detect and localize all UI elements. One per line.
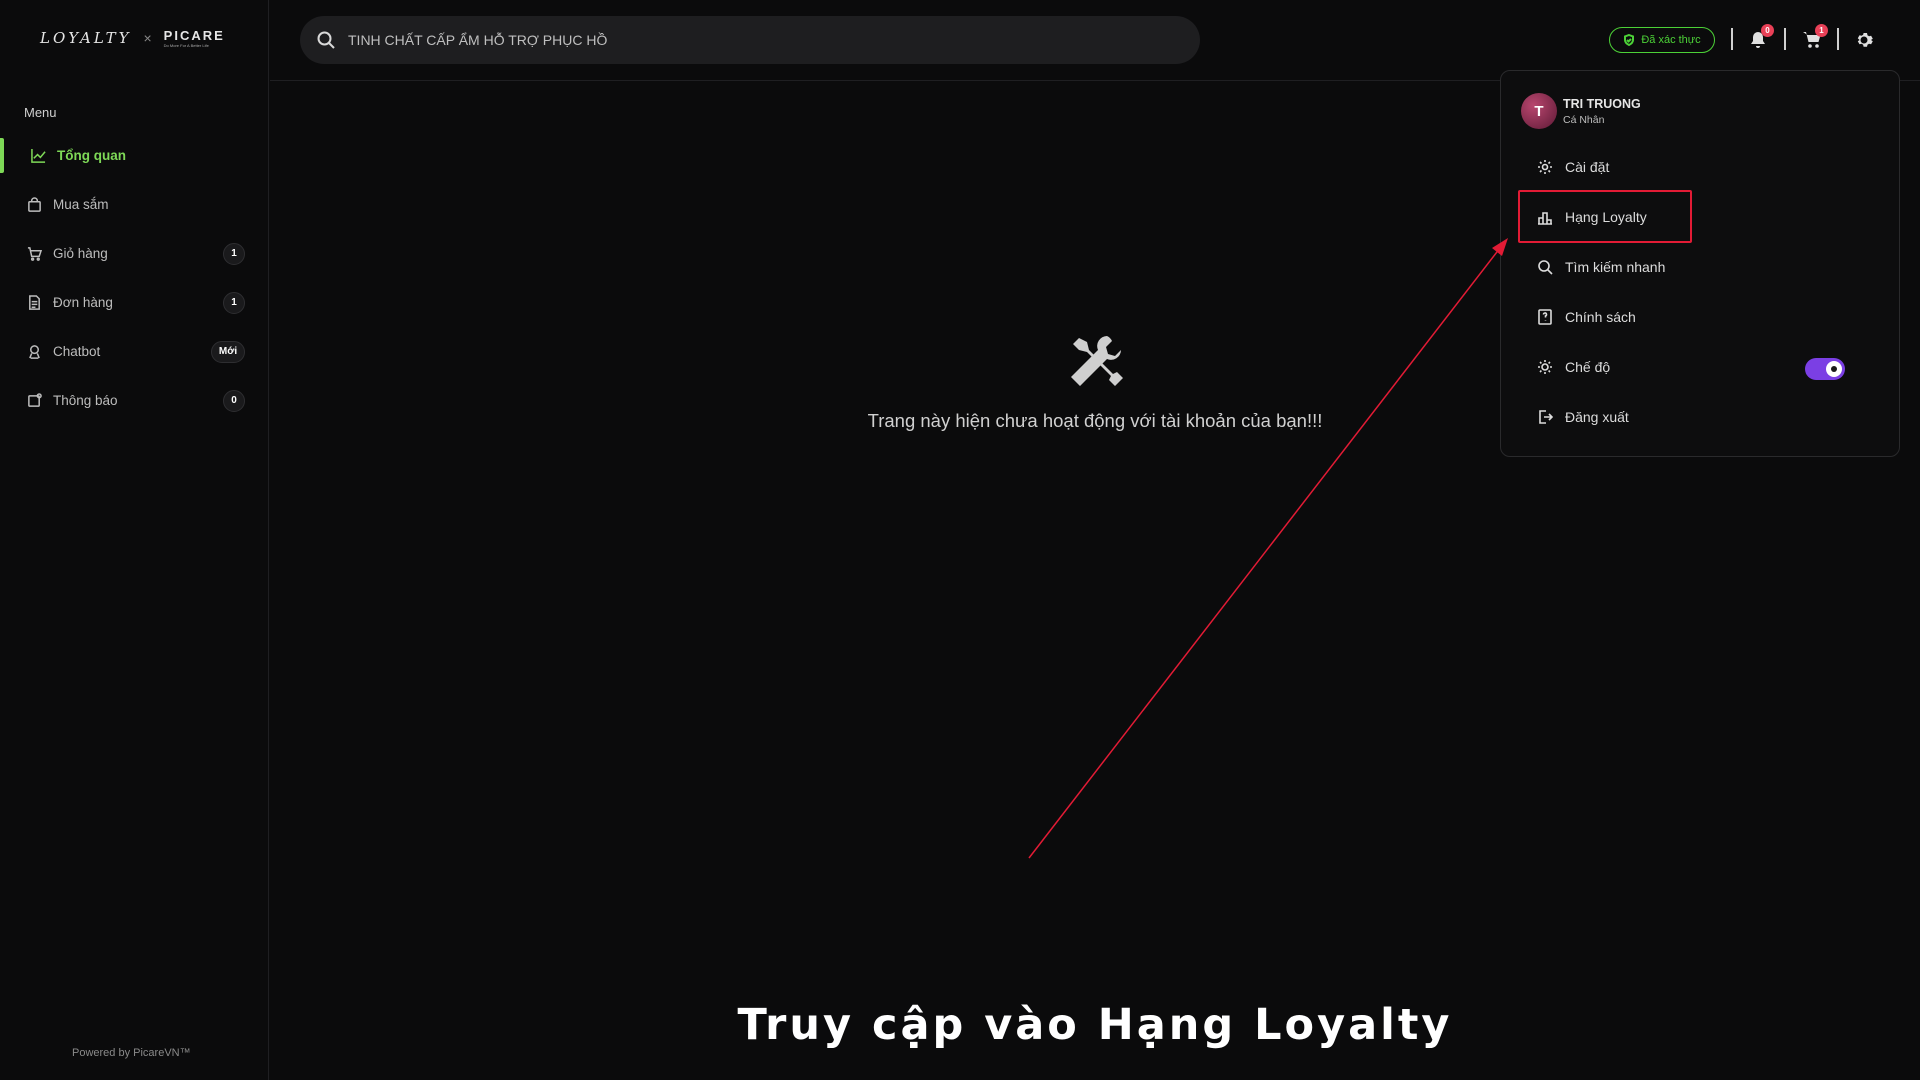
sidebar-item-cart[interactable]: Giỏ hàng 1 <box>0 229 269 278</box>
ranking-icon <box>1538 212 1552 225</box>
bell-icon[interactable]: 0 <box>1746 24 1774 52</box>
search-input[interactable] <box>348 32 1168 48</box>
sidebar-item-label: Giỏ hàng <box>53 246 108 261</box>
user-menu-dropdown: T TRI TRUONG Cá Nhân Cài đặt Hạng Loyalt… <box>1500 70 1900 457</box>
policy-book-icon <box>1538 309 1552 325</box>
new-badge: Mới <box>211 340 245 363</box>
cart-icon <box>26 246 42 262</box>
gear-icon[interactable] <box>1852 28 1876 52</box>
cart-count-badge: 1 <box>223 242 245 265</box>
gear-icon <box>1538 160 1552 174</box>
menu-item-label: Đăng xuất <box>1565 409 1629 425</box>
header-separator <box>1837 28 1839 50</box>
sidebar-item-chatbot[interactable]: Chatbot Mới <box>0 327 269 376</box>
picare-logo-text: PICARE <box>163 27 225 43</box>
sidebar-item-label: Mua sắm <box>53 197 109 212</box>
menu-item-label: Chính sách <box>1565 309 1636 325</box>
search-bar[interactable] <box>300 16 1200 64</box>
logout-icon <box>1539 410 1553 424</box>
sidebar-nav: Tổng quan Mua sắm Giỏ hàng 1 Đơn hàng 1 <box>0 131 269 425</box>
sun-icon <box>1538 360 1552 374</box>
menu-item-theme-mode[interactable]: Chế độ <box>1519 342 1879 392</box>
document-icon <box>26 295 42 311</box>
menu-item-label: Tìm kiếm nhanh <box>1565 259 1666 275</box>
sidebar-item-label: Tổng quan <box>57 148 126 163</box>
bot-icon <box>26 344 42 360</box>
user-name: TRI TRUONG <box>1563 96 1641 111</box>
shield-check-icon <box>1624 34 1635 46</box>
sidebar-item-label: Đơn hàng <box>53 295 113 310</box>
theme-toggle[interactable] <box>1805 358 1845 380</box>
sidebar-item-overview[interactable]: Tổng quan <box>0 131 269 180</box>
verified-badge: Đã xác thực <box>1609 27 1715 53</box>
menu-item-quick-search[interactable]: Tìm kiếm nhanh <box>1519 242 1879 292</box>
sidebar-item-notifications[interactable]: Thông báo 0 <box>0 376 269 425</box>
menu-title: Menu <box>24 105 57 120</box>
sidebar-item-label: Chatbot <box>53 344 101 359</box>
menu-item-logout[interactable]: Đăng xuất <box>1519 392 1879 442</box>
menu-item-policy[interactable]: Chính sách <box>1519 292 1879 342</box>
cart-icon[interactable]: 1 <box>1800 24 1828 52</box>
sidebar-item-label: Thông báo <box>53 393 118 408</box>
notification-icon <box>26 393 42 409</box>
powered-by-footer: Powered by PicareVN™ <box>72 1047 191 1059</box>
avatar: T <box>1521 93 1557 129</box>
search-icon <box>1538 260 1553 275</box>
brand-logo[interactable]: LOYALTY × PICARE Do More For A Better Li… <box>40 26 225 50</box>
header-separator <box>1731 28 1733 50</box>
menu-item-label: Cài đặt <box>1565 159 1610 175</box>
user-role: Cá Nhân <box>1563 113 1605 126</box>
picare-tagline: Do More For A Better Life <box>163 42 209 48</box>
sidebar-item-orders[interactable]: Đơn hàng 1 <box>0 278 269 327</box>
menu-item-label: Chế độ <box>1565 359 1611 375</box>
header-separator <box>1784 28 1786 50</box>
user-profile[interactable]: T TRI TRUONG Cá Nhân <box>1521 93 1641 129</box>
picare-logo: PICARE Do More For A Better Life <box>164 29 225 48</box>
shopping-bag-icon <box>26 197 42 213</box>
search-icon <box>317 31 335 49</box>
notification-count-badge: 0 <box>223 389 245 412</box>
menu-item-label: Hạng Loyalty <box>1565 209 1647 225</box>
menu-item-loyalty-rank[interactable]: Hạng Loyalty <box>1519 192 1879 242</box>
sidebar: LOYALTY × PICARE Do More For A Better Li… <box>0 0 269 1080</box>
loyalty-logo-text: LOYALTY <box>40 29 132 47</box>
notification-count-dot: 0 <box>1761 24 1774 37</box>
tutorial-caption: Truy cập vào Hạng Loyalty <box>737 1000 1453 1050</box>
verified-label: Đã xác thực <box>1641 34 1701 46</box>
orders-count-badge: 1 <box>223 291 245 314</box>
chart-line-icon <box>30 148 46 164</box>
toggle-knob <box>1826 361 1842 377</box>
cart-count-dot: 1 <box>1815 24 1828 37</box>
logo-separator: × <box>143 30 152 46</box>
tools-icon <box>1063 330 1127 394</box>
menu-item-settings[interactable]: Cài đặt <box>1519 142 1879 192</box>
sidebar-item-shopping[interactable]: Mua sắm <box>0 180 269 229</box>
